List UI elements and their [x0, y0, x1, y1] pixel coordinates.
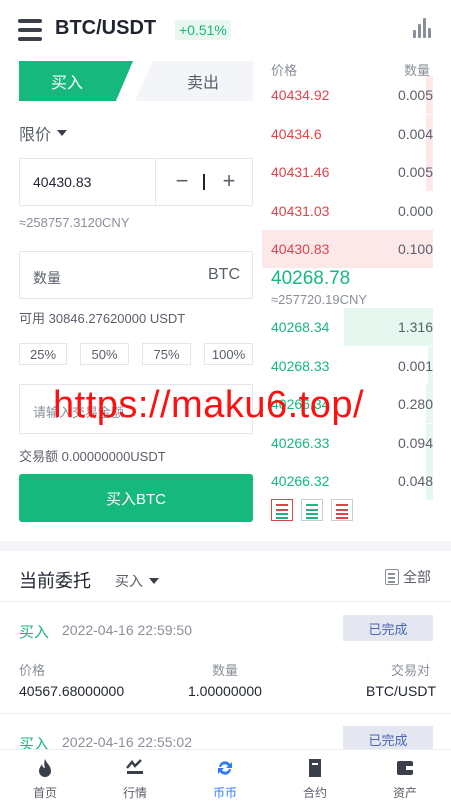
bottom-tabbar: 首页 行情 币币 合约 资产 [0, 749, 451, 800]
price-divider [155, 159, 156, 205]
tab-home-label: 首页 [32, 786, 57, 800]
bid-price: 40268.34 [271, 319, 330, 335]
caret-down-icon [149, 578, 159, 584]
ask-price: 40434.92 [271, 87, 330, 103]
orders-filter-label: 买入 [115, 573, 143, 589]
bid-qty: 0.094 [397, 434, 433, 451]
quantity-placeholder: 数量 [33, 270, 61, 286]
quantity-input[interactable]: 数量 BTC [19, 251, 253, 299]
ask-price: 40430.83 [271, 241, 330, 257]
depth-both-icon[interactable] [271, 499, 293, 521]
ask-row[interactable]: 40434.92 0.005 [262, 76, 451, 114]
price-cny-estimate: ≈258757.3120CNY [19, 215, 130, 230]
order-qty-label: 数量 [212, 663, 239, 678]
exchange-icon [218, 761, 232, 775]
divider-line [0, 713, 451, 714]
order-price: 40567.68000000 [19, 683, 125, 699]
order-pair-label: 交易对 [391, 663, 431, 678]
tab-sell[interactable]: 卖出 [135, 61, 253, 101]
ask-qty: 0.005 [397, 164, 433, 180]
trade-amount: 交易额 0.00000000USDT [19, 449, 166, 464]
document-icon [385, 569, 399, 585]
change-badge: +0.51% [175, 20, 231, 40]
ask-price: 40434.6 [271, 125, 322, 142]
ask-row[interactable]: 40431.03 0.000 [262, 192, 451, 230]
quantity-unit: BTC [208, 266, 240, 283]
order-status-badge: 已完成 [343, 615, 433, 641]
ask-row[interactable]: 40434.6 0.004 [262, 114, 451, 153]
ask-row[interactable]: 40430.83 0.100 [262, 230, 451, 268]
buy-btc-button[interactable]: 买入BTC [19, 474, 253, 522]
tab-market-label: 行情 [122, 786, 147, 800]
all-orders-label: 全部 [403, 569, 431, 585]
bid-qty: 0.280 [397, 396, 433, 412]
order-pair: BTC/USDT [366, 683, 436, 699]
ask-price: 40431.03 [271, 202, 330, 219]
bid-qty: 0.001 [397, 357, 433, 374]
order-qty: 1.00000000 [188, 683, 262, 699]
order-time: 2022-04-16 22:55:02 [62, 734, 192, 750]
order-type-select[interactable]: 限价 [19, 121, 68, 145]
header: BTC/USDT +0.51% [0, 0, 451, 60]
contract-icon [309, 759, 321, 777]
section-divider [0, 541, 451, 551]
price-value[interactable]: 40430.83 [33, 174, 91, 190]
minus-button[interactable]: − [172, 169, 192, 195]
orders-filter-select[interactable]: 买入 [115, 571, 159, 591]
last-price-cny: ≈257720.19CNY [271, 292, 368, 307]
tab-home[interactable]: 首页 [0, 750, 90, 800]
bid-qty: 1.316 [397, 319, 433, 335]
percent-25-button[interactable]: 25% [19, 343, 67, 365]
all-orders-button[interactable]: 全部 [385, 567, 431, 587]
bid-row[interactable]: 40266.32 0.048 [262, 462, 451, 500]
tab-assets-label: 资产 [392, 786, 417, 800]
ask-qty: 0.000 [397, 202, 433, 219]
tab-contract-label: 合约 [302, 786, 327, 800]
ask-qty: 0.004 [397, 125, 433, 142]
tab-buy[interactable]: 买入 [19, 61, 133, 101]
current-orders-title: 当前委托 [19, 571, 91, 591]
tab-market[interactable]: 行情 [90, 750, 180, 800]
percent-75-button[interactable]: 75% [142, 343, 191, 365]
bid-row[interactable]: 40268.34 1.316 [262, 308, 451, 346]
tab-exchange[interactable]: 币币 [180, 750, 270, 800]
wallet-icon [397, 761, 413, 775]
available-balance: 可用 30846.27620000 USDT [19, 311, 186, 326]
watermark-url: https://maku6.top/ [53, 384, 365, 426]
order-side: 买入 [19, 624, 50, 641]
percent-buttons: 25% 50% 75% 100% [19, 343, 253, 365]
bid-price: 40266.32 [271, 473, 330, 489]
percent-100-button[interactable]: 100% [204, 343, 253, 365]
bid-price: 40268.33 [271, 357, 330, 374]
ask-price: 40431.46 [271, 164, 330, 180]
price-input[interactable]: 40430.83 − + [19, 158, 253, 206]
pair-title[interactable]: BTC/USDT [55, 17, 156, 40]
order-type-label: 限价 [19, 127, 52, 144]
depth-bids-icon[interactable] [301, 499, 323, 521]
last-price: 40268.78 [271, 268, 351, 289]
ask-qty: 0.100 [397, 241, 433, 257]
menu-icon[interactable] [18, 19, 42, 41]
ask-row[interactable]: 40431.46 0.005 [262, 153, 451, 191]
tab-assets[interactable]: 资产 [360, 750, 450, 800]
divider-line [0, 601, 451, 602]
text-cursor [203, 174, 205, 190]
bid-row[interactable]: 40266.33 0.094 [262, 423, 451, 462]
bid-qty: 0.048 [397, 473, 433, 489]
market-icon [126, 759, 143, 774]
depth-asks-icon[interactable] [331, 499, 353, 521]
flame-icon [39, 759, 51, 777]
caret-down-icon [57, 130, 68, 136]
percent-50-button[interactable]: 50% [80, 343, 129, 365]
plus-button[interactable]: + [219, 169, 239, 195]
depth-mode-switcher [271, 499, 353, 521]
order-price-label: 价格 [19, 663, 46, 678]
tab-exchange-label: 币币 [212, 786, 237, 800]
bid-price: 40266.33 [271, 434, 330, 451]
order-time: 2022-04-16 22:59:50 [62, 622, 192, 638]
kline-chart-icon[interactable] [412, 18, 432, 38]
bid-row[interactable]: 40268.33 0.001 [262, 346, 451, 385]
ask-qty: 0.005 [397, 87, 433, 103]
tab-contract[interactable]: 合约 [270, 750, 360, 800]
